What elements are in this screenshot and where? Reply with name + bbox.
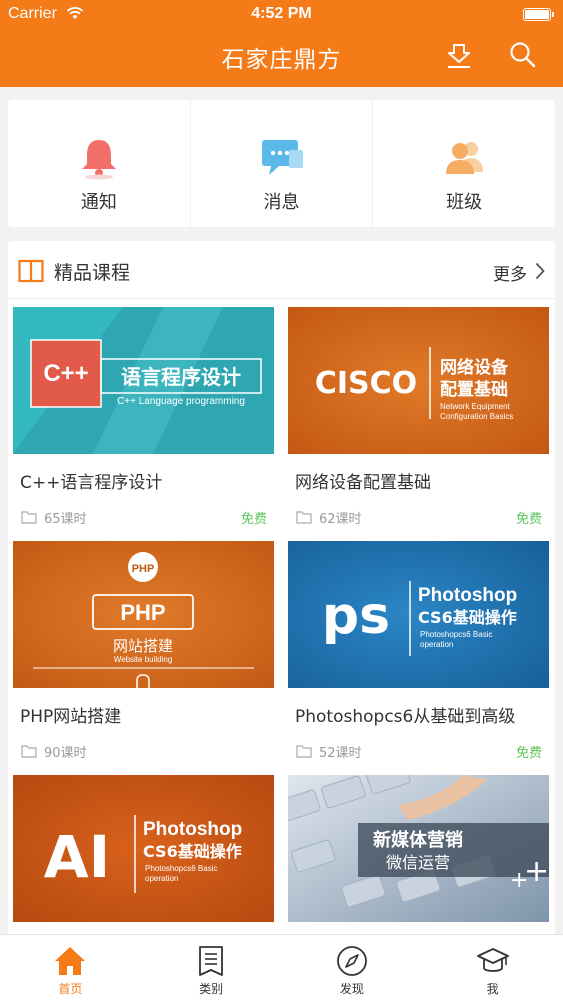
folder-icon [21, 511, 37, 524]
tab-category[interactable]: 类别 [141, 935, 282, 1000]
thumb-sub: Photoshopcs6 Basic [420, 630, 493, 639]
course-card[interactable]: 新媒体营销 微信运营 + + [288, 775, 549, 922]
thumb-main: Photoshop [143, 819, 242, 840]
thumb-main: 语言程序设计 [121, 365, 241, 389]
thumb-sub: Network Equipment [440, 402, 511, 411]
course-hours: 62课时 [319, 512, 362, 527]
quick-menu: 通知 消息 班级 [8, 100, 555, 227]
tab-label: 类别 [199, 982, 224, 996]
thumb-sub2: operation [420, 640, 453, 649]
thumb-main2: CS6基础操作 [418, 608, 517, 627]
course-price: 免费 [515, 746, 542, 761]
thumb-sub: C++ Language programming [117, 396, 245, 407]
thumb-sub: Photoshopcs6 Basic [145, 864, 218, 873]
tab-label: 发现 [339, 982, 364, 996]
clock: 4:52 PM [251, 5, 312, 22]
chevron-right-icon[interactable] [535, 262, 545, 280]
thumb-main2: 网站搭建 [113, 637, 173, 655]
course-hours: 52课时 [319, 746, 362, 761]
thumb-badge: CISCO [315, 366, 417, 401]
section-title: 精品课程 [54, 262, 131, 284]
quick-menu-label: 消息 [263, 192, 300, 213]
tab-bar: 首页 类别 发现 我 [0, 934, 563, 1000]
quick-menu-notification[interactable]: 通知 [8, 100, 190, 227]
more-link[interactable]: 更多 [493, 260, 527, 285]
course-thumbnail: 新媒体营销 微信运营 + + [288, 775, 549, 922]
thumb-sub2: Configuration Basics [440, 412, 513, 421]
home-icon [55, 947, 86, 975]
list-icon [199, 946, 224, 976]
svg-text:+: + [524, 854, 549, 889]
compass-icon [336, 946, 367, 976]
download-icon[interactable] [444, 40, 474, 70]
course-title: Photoshopcs6从基础到高级 [295, 707, 516, 727]
course-hours: 90课时 [44, 746, 87, 761]
course-title: C++语言程序设计 [20, 473, 163, 493]
course-thumbnail: AI Photoshop CS6基础操作 Photoshopcs6 Basic … [13, 775, 274, 922]
course-price: 免费 [240, 512, 267, 527]
thumb-main: 新媒体营销 [373, 829, 463, 851]
section-header: 精品课程 更多 [8, 241, 555, 299]
book-icon [18, 259, 44, 283]
tab-discover[interactable]: 发现 [282, 935, 423, 1000]
folder-icon [296, 745, 312, 758]
course-card[interactable]: PHP PHP 网站搭建 Website building PHP网站搭建 90… [13, 541, 274, 761]
course-meta: 90课时 [13, 741, 274, 761]
thumb-sub2: operation [145, 874, 178, 883]
course-card[interactable]: CISCO 网络设备 配置基础 Network Equipment Config… [288, 307, 549, 527]
folder-icon [296, 511, 312, 524]
course-thumbnail: C++ 语言程序设计 C++ Language programming [13, 307, 274, 454]
search-icon[interactable] [508, 40, 538, 70]
header-bar: Carrier 4:52 PM 石家庄鼎方 [0, 0, 563, 87]
tab-home[interactable]: 首页 [0, 935, 141, 1000]
thumb-main2: CS6基础操作 [143, 842, 242, 861]
people-icon [446, 142, 484, 174]
course-meta: 65课时 免费 [13, 507, 274, 527]
course-title: 网络设备配置基础 [295, 473, 431, 493]
thumb-main: 网络设备 [440, 357, 509, 378]
featured-courses-section: 精品课程 更多 C++ 语言程序设计 C++ Language programm… [8, 241, 555, 941]
thumb-badge: C++ [43, 360, 88, 387]
bell-icon [81, 140, 116, 180]
quick-menu-message[interactable]: 消息 [189, 100, 373, 227]
course-thumbnail: PHP PHP 网站搭建 Website building [13, 541, 274, 688]
thumb-badge: ps [322, 586, 390, 646]
battery-icon [523, 8, 554, 21]
graduation-cap-icon [476, 948, 509, 972]
course-thumbnail: ps Photoshop CS6基础操作 Photoshopcs6 Basic … [288, 541, 549, 688]
tab-label: 我 [486, 982, 499, 996]
quick-menu-label: 通知 [80, 192, 117, 213]
course-meta: 62课时 免费 [288, 507, 549, 527]
quick-menu-class[interactable]: 班级 [372, 100, 555, 227]
course-card[interactable]: C++ 语言程序设计 C++ Language programming C++语… [13, 307, 274, 527]
thumb-main: PHP [120, 600, 165, 625]
course-meta: 52课时 免费 [288, 741, 549, 761]
status-bar: Carrier 4:52 PM [0, 0, 563, 28]
thumb-badge: PHP [132, 563, 155, 575]
tab-label: 首页 [58, 982, 83, 996]
thumb-main2: 配置基础 [440, 379, 508, 400]
thumb-badge: AI [44, 823, 110, 891]
thumb-main: Photoshop [418, 585, 517, 606]
course-title: PHP网站搭建 [20, 707, 122, 727]
tab-me[interactable]: 我 [422, 935, 563, 1000]
course-price: 免费 [515, 512, 542, 527]
course-thumbnail: CISCO 网络设备 配置基础 Network Equipment Config… [288, 307, 549, 454]
thumb-sub: Website building [114, 655, 173, 664]
course-card[interactable]: AI Photoshop CS6基础操作 Photoshopcs6 Basic … [13, 775, 274, 922]
course-card[interactable]: ps Photoshop CS6基础操作 Photoshopcs6 Basic … [288, 541, 549, 761]
chat-icon [261, 140, 303, 175]
folder-icon [21, 745, 37, 758]
course-hours: 65课时 [44, 512, 87, 527]
thumb-main2: 微信运营 [386, 853, 450, 872]
quick-menu-label: 班级 [446, 192, 483, 213]
page-title: 石家庄鼎方 [221, 47, 342, 73]
